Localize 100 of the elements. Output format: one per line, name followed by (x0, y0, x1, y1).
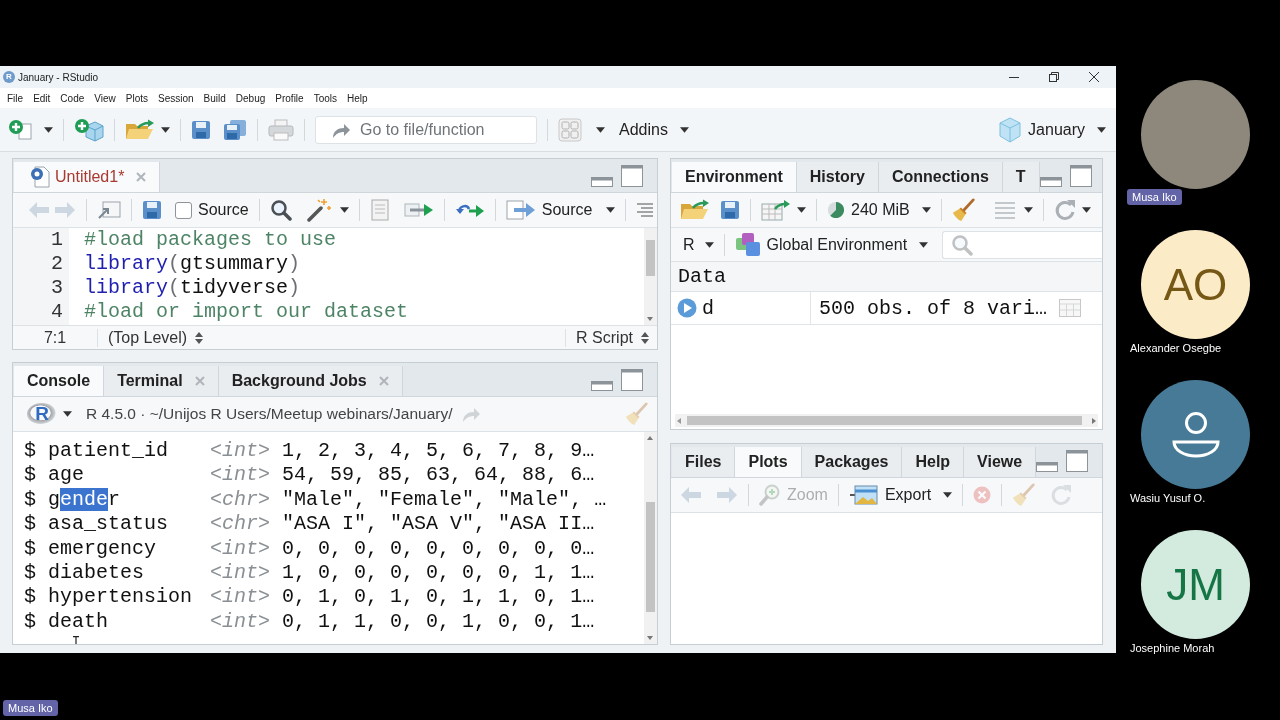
menu-item[interactable]: Debug (235, 92, 266, 104)
pane-tab[interactable]: Help (902, 447, 965, 477)
initials-avatar: AO (1141, 230, 1250, 339)
line-number: 1 (50, 228, 63, 252)
new-file-icon[interactable] (8, 118, 34, 141)
caret-icon[interactable] (596, 126, 605, 133)
menu-item[interactable]: Edit (33, 92, 51, 104)
file-tab[interactable]: Untitled1* (14, 162, 160, 192)
file-type-selector[interactable]: R Script (565, 328, 649, 347)
save-icon[interactable] (142, 200, 162, 220)
printer-icon[interactable] (268, 118, 294, 141)
language-menu[interactable]: R (683, 235, 714, 254)
maximize-pane-icon[interactable] (1066, 449, 1089, 472)
magic-wand-icon[interactable] (305, 198, 332, 222)
project-menu[interactable]: January (998, 116, 1106, 143)
pane-tab[interactable]: History (796, 162, 879, 192)
addins-menu[interactable]: Addins (619, 120, 689, 139)
pane-tab[interactable]: Packages (801, 447, 903, 477)
search-field[interactable] (942, 230, 1102, 259)
import-table-icon[interactable] (761, 199, 791, 221)
checkbox-label[interactable]: Source (198, 201, 249, 219)
broom-icon[interactable] (951, 198, 976, 222)
pane-tab[interactable]: Terminal (104, 366, 219, 396)
pane-tab[interactable]: Files (672, 447, 736, 477)
outline-icon[interactable] (636, 201, 655, 219)
cube-icon (998, 116, 1023, 143)
menu-item[interactable]: File (7, 92, 24, 104)
console-line: $ diabetes <int> 1, 0, 0, 0, 0, 0, 0, 1, 1… (24, 561, 596, 586)
presenter-name-tag: Musa Iko (3, 700, 58, 716)
memory-pie-icon (827, 201, 845, 219)
console-line: $ hypertension <int> 0, 1, 0, 1, 0, 1, 1, 0, 1… (24, 585, 596, 610)
caret-icon[interactable] (161, 126, 170, 133)
new-project-icon[interactable] (74, 117, 104, 142)
updown-icon (195, 330, 204, 345)
open-folder-icon[interactable] (680, 199, 710, 221)
window-arrow-icon[interactable] (97, 199, 121, 221)
environment-icon (734, 231, 761, 258)
caret-icon[interactable] (339, 207, 349, 213)
minimize-pane-icon[interactable] (1036, 461, 1059, 472)
menu-item[interactable]: Plots (125, 92, 148, 104)
caret-icon[interactable] (606, 207, 616, 213)
save-all-icon[interactable] (223, 118, 247, 141)
go-to-field[interactable]: Go to file/function (315, 115, 537, 144)
name-tag: Musa Iko (1127, 189, 1182, 205)
caret-icon[interactable] (44, 126, 53, 133)
source-button[interactable]: Source (505, 199, 593, 221)
cursor-position: 7:1 (13, 328, 98, 347)
pane-tab[interactable]: Connections (878, 162, 1003, 192)
menu-item[interactable]: Code (60, 92, 85, 104)
caret-icon[interactable] (1023, 207, 1033, 213)
console-line: $ patient_id <int> 1, 2, 3, 4, 5, 6, 7, 8, 9… (24, 439, 596, 464)
line-number: 3 (50, 276, 63, 300)
refresh-icon[interactable] (1053, 199, 1076, 221)
caret-icon (919, 241, 929, 248)
source-on-save-checkbox[interactable] (175, 201, 192, 219)
close-icon[interactable] (1089, 72, 1099, 82)
caret-icon[interactable] (797, 207, 806, 213)
menu-item[interactable]: Tools (313, 92, 337, 104)
restore-icon[interactable] (1049, 72, 1059, 82)
pane-tab[interactable]: T (1002, 162, 1040, 192)
export-menu[interactable]: Export (848, 484, 953, 506)
initials-avatar: JM (1141, 530, 1250, 639)
window-title: January - RStudio (18, 71, 99, 83)
table-icon[interactable] (1059, 299, 1082, 317)
environment-menu[interactable]: Global Environment (734, 231, 929, 258)
pane-tab[interactable]: Background Jobs (218, 366, 403, 396)
menu-item[interactable]: Session (158, 92, 194, 104)
grid-icon[interactable] (558, 117, 582, 142)
horizontal-scrollbar[interactable] (675, 414, 1098, 427)
vertical-scrollbar[interactable] (644, 432, 657, 644)
pane-tab[interactable]: Console (14, 366, 105, 396)
zoom-icon (759, 484, 781, 506)
memory-usage-menu[interactable]: 240 MiB (827, 201, 931, 219)
menu-item[interactable]: Help (347, 92, 368, 104)
caret-icon[interactable] (1081, 207, 1091, 213)
save-icon[interactable] (191, 119, 211, 140)
caret-icon (921, 207, 931, 213)
list-icon[interactable] (993, 201, 1016, 219)
pane-tab[interactable]: Environment (672, 162, 797, 192)
maximize-pane-icon[interactable] (621, 368, 643, 391)
scope-selector[interactable]: (Top Level) (108, 328, 204, 347)
search-icon[interactable] (269, 199, 292, 221)
vertical-scrollbar[interactable] (644, 228, 657, 325)
run-arrow-icon[interactable] (403, 202, 434, 218)
pane-tab[interactable]: Viewe (964, 447, 1037, 477)
menu-item[interactable]: Profile (275, 92, 304, 104)
variable-name: d (702, 296, 714, 320)
minimize-pane-icon[interactable] (591, 380, 613, 391)
export-image-icon (848, 484, 879, 506)
minimize-pane-icon[interactable] (591, 176, 613, 187)
maximize-pane-icon[interactable] (1069, 164, 1092, 187)
expand-icon[interactable] (677, 298, 697, 318)
console-line: $ age <int> 54, 59, 85, 63, 64, 88, 6… (24, 463, 596, 488)
pane-tab[interactable]: Plots (735, 447, 802, 477)
menu-item[interactable]: View (94, 92, 116, 104)
maximize-pane-icon[interactable] (621, 164, 643, 187)
menu-item[interactable]: Build (203, 92, 226, 104)
minimize-pane-icon[interactable] (1039, 176, 1062, 187)
open-folder-icon[interactable] (125, 118, 155, 141)
save-icon[interactable] (720, 200, 740, 220)
